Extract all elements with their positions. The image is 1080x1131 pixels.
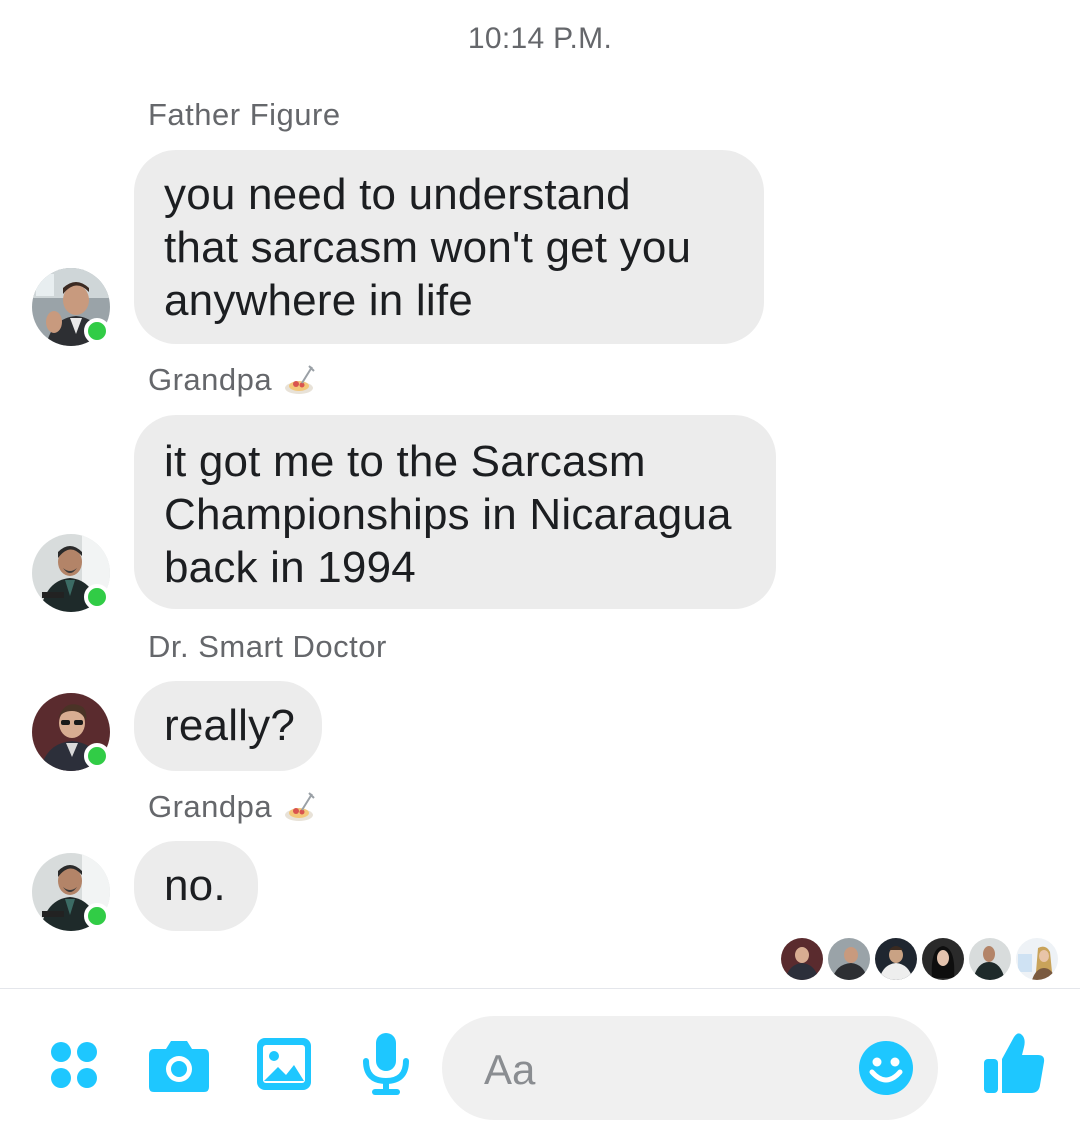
more-actions-icon bbox=[51, 1042, 97, 1088]
spaghetti-icon bbox=[282, 363, 316, 397]
sender-name-dr-smart-doctor: Dr. Smart Doctor bbox=[148, 627, 387, 667]
sender-name-grandpa: Grandpa bbox=[148, 360, 316, 400]
online-status-indicator bbox=[84, 903, 110, 929]
message-bubble[interactable]: really? bbox=[134, 681, 322, 771]
online-status-indicator bbox=[84, 584, 110, 610]
message-composer: Aa bbox=[0, 989, 1080, 1131]
read-receipt-avatar bbox=[922, 938, 964, 980]
conversation-timestamp: 10:14 P.M. bbox=[467, 22, 613, 55]
microphone-icon bbox=[363, 1033, 409, 1095]
sender-name-label: Father Figure bbox=[148, 97, 341, 132]
message-text-line: it got me to the Sarcasm bbox=[164, 437, 646, 486]
message-text-line: you need to understand bbox=[164, 170, 631, 219]
message-bubble[interactable]: no. bbox=[134, 841, 258, 931]
message-input-placeholder: Aa bbox=[484, 1046, 536, 1093]
sender-name-father-figure: Father Figure bbox=[148, 95, 341, 135]
sender-name-label: Dr. Smart Doctor bbox=[148, 629, 387, 664]
message-input[interactable]: Aa bbox=[442, 1016, 938, 1120]
read-receipt-avatar bbox=[828, 938, 870, 980]
emoji-button[interactable] bbox=[858, 1040, 914, 1096]
read-receipt-avatar bbox=[1016, 938, 1058, 980]
message-text-line: anywhere in life bbox=[164, 276, 473, 325]
gallery-icon bbox=[257, 1038, 311, 1090]
gallery-button[interactable] bbox=[256, 1037, 312, 1091]
sender-name-grandpa: Grandpa bbox=[148, 787, 316, 827]
camera-icon bbox=[149, 1041, 209, 1092]
message-text-line: really? bbox=[164, 701, 296, 750]
sender-name-label: Grandpa bbox=[148, 362, 273, 397]
read-receipt-avatar bbox=[875, 938, 917, 980]
camera-button[interactable] bbox=[148, 1037, 210, 1093]
microphone-button[interactable] bbox=[360, 1031, 412, 1097]
message-text-line: that sarcasm won't get you bbox=[164, 223, 692, 272]
read-receipts bbox=[781, 938, 1058, 980]
message-text-line: Championships in Nicaragua bbox=[164, 490, 732, 539]
message-text-line: no. bbox=[164, 861, 226, 910]
sender-name-label: Grandpa bbox=[148, 789, 273, 824]
online-status-indicator bbox=[84, 743, 110, 769]
thumbs-up-button[interactable] bbox=[982, 1031, 1046, 1095]
more-actions-button[interactable] bbox=[48, 1039, 100, 1091]
message-bubble[interactable]: you need to understand that sarcasm won'… bbox=[134, 150, 764, 344]
message-bubble[interactable]: it got me to the Sarcasm Championships i… bbox=[134, 415, 776, 609]
emoji-icon bbox=[859, 1041, 913, 1095]
read-receipt-avatar bbox=[969, 938, 1011, 980]
message-text-line: back in 1994 bbox=[164, 543, 416, 592]
online-status-indicator bbox=[84, 318, 110, 344]
read-receipt-avatar bbox=[781, 938, 823, 980]
thumbs-up-icon bbox=[984, 1033, 1045, 1093]
spaghetti-icon bbox=[282, 790, 316, 824]
